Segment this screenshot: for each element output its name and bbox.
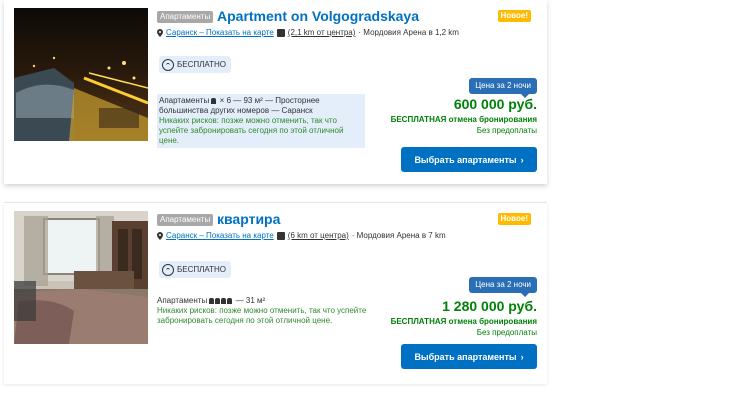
property-type-badge: Апартаменты bbox=[157, 214, 214, 226]
chevron-right-icon: › bbox=[520, 351, 524, 362]
no-prepayment: Без предоплаты bbox=[476, 126, 537, 135]
room-info: Апартаменты — 31 м² Никаких рисков: позж… bbox=[157, 296, 367, 326]
free-wifi-badge: БЕСПЛАТНО bbox=[159, 261, 231, 278]
room-type: Апартаменты bbox=[157, 296, 208, 305]
property-type-badge: Апартаменты bbox=[157, 11, 214, 23]
show-on-map-link[interactable]: Саранск – Показать на карте bbox=[166, 231, 274, 240]
show-on-map-link[interactable]: Саранск – Показать на карте bbox=[166, 28, 274, 37]
listing-photo[interactable] bbox=[14, 211, 148, 344]
listing-title[interactable]: квартира bbox=[217, 211, 280, 228]
room-type: Апартаменты bbox=[159, 96, 210, 105]
select-apartment-button[interactable]: Выбрать апартаменты › bbox=[401, 147, 537, 172]
no-prepayment: Без предоплаты bbox=[476, 328, 537, 337]
listing-card: Апартаменты Apartment on Volgogradskaya … bbox=[4, 0, 547, 184]
location-row: Саранск – Показать на карте (6 km от цен… bbox=[157, 231, 446, 240]
select-apartment-button[interactable]: Выбрать апартаменты › bbox=[401, 344, 537, 369]
new-badge: Новое! bbox=[497, 10, 531, 22]
room-details: — 31 м² bbox=[235, 296, 266, 305]
landmark-distance: · Мордовия Арена в 1,2 km bbox=[358, 28, 459, 37]
price-period-tag: Цена за 2 ночи bbox=[469, 78, 537, 98]
chevron-right-icon: › bbox=[520, 154, 524, 165]
location-row: Саранск – Показать на карте (2,1 km от ц… bbox=[157, 28, 459, 37]
listing-title[interactable]: Apartment on Volgogradskaya bbox=[217, 8, 419, 25]
wifi-icon bbox=[162, 263, 174, 276]
price: 600 000 руб. bbox=[453, 96, 537, 112]
price: 1 280 000 руб. bbox=[442, 298, 537, 314]
free-cancellation: БЕСПЛАТНАЯ отмена бронирования bbox=[390, 317, 537, 326]
no-risk-text: Никаких рисков: позже можно отменить, та… bbox=[159, 116, 344, 145]
listing-photo[interactable] bbox=[14, 8, 148, 141]
occupancy-icon bbox=[209, 296, 233, 305]
distance-from-center: (2,1 km от центра) bbox=[287, 28, 356, 37]
room-info: Апартаменты × 6 — 93 м² — Просторнее бол… bbox=[157, 94, 365, 148]
select-button-label: Выбрать апартаменты bbox=[414, 351, 517, 362]
wifi-label: БЕСПЛАТНО bbox=[177, 60, 226, 69]
distance-icon bbox=[276, 231, 285, 240]
price-period-tag: Цена за 2 ночи bbox=[469, 277, 537, 297]
select-button-label: Выбрать апартаменты bbox=[414, 154, 517, 165]
map-pin-icon bbox=[157, 231, 163, 240]
no-risk-text: Никаких рисков: позже можно отменить, та… bbox=[157, 306, 367, 325]
listing-card: Апартаменты квартира Новое! Саранск – По… bbox=[4, 202, 547, 384]
distance-icon bbox=[276, 28, 285, 37]
free-wifi-badge: БЕСПЛАТНО bbox=[159, 56, 231, 73]
free-cancellation: БЕСПЛАТНАЯ отмена бронирования bbox=[390, 115, 537, 124]
new-badge: Новое! bbox=[497, 213, 531, 225]
occupancy-icon bbox=[211, 96, 217, 105]
wifi-icon bbox=[162, 58, 174, 71]
landmark-distance: · Мордовия Арена в 7 km bbox=[351, 231, 446, 240]
wifi-label: БЕСПЛАТНО bbox=[177, 265, 226, 274]
distance-from-center: (6 km от центра) bbox=[287, 231, 349, 240]
map-pin-icon bbox=[157, 28, 163, 37]
